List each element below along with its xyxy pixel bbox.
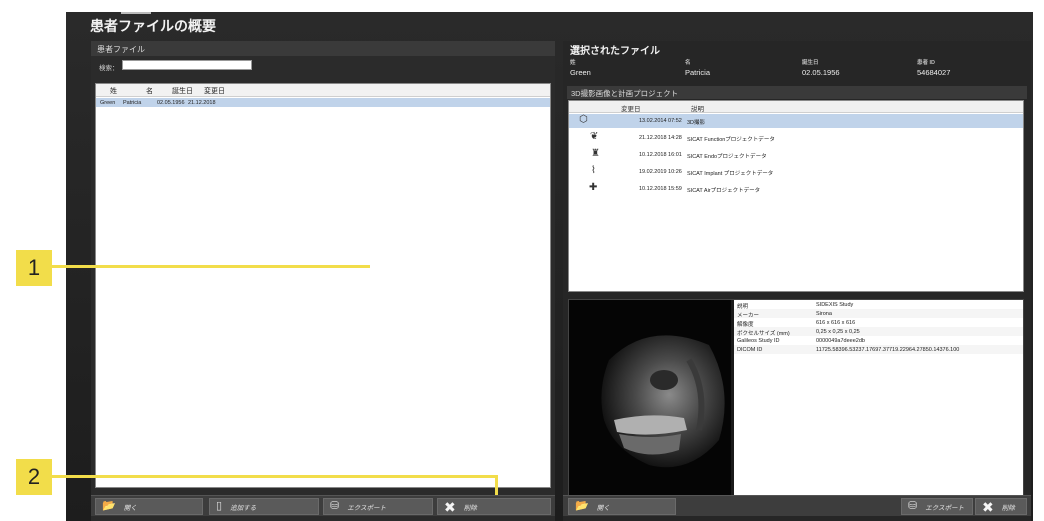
implant-icon: ⌇	[591, 165, 596, 176]
add-label: 追加する	[230, 504, 257, 512]
cell-birth-date: 02.05.1956	[157, 99, 185, 106]
xray-image	[569, 300, 731, 498]
export-label: エクスポート	[347, 504, 387, 512]
label-first-name: 名	[685, 60, 691, 66]
study-row[interactable]: ❦ 21.12.2018 14:28 SICAT Functionプロジェクトデ…	[569, 131, 1023, 145]
right-button-bar: 📂 開く ⛁ エクスポート ✖ 削除	[563, 495, 1031, 516]
selected-file-title: 選択されたファイル	[570, 46, 660, 57]
study-description: SICAT Implant プロジェクトデータ	[687, 171, 774, 177]
callout-1: 1	[16, 250, 52, 286]
study-row[interactable]: ♜ 10.12.2018 16:01 SICAT Endoプロジェクトデータ	[569, 148, 1023, 162]
export-study-button[interactable]: ⛁ エクスポート	[901, 498, 973, 515]
metadata-row: DICOM ID 11725.58396.53237.17697.37719.22…	[734, 345, 1023, 354]
study-row[interactable]: ✚ 10.12.2018 15:59 SICAT Airプロジェクトデータ	[569, 182, 1023, 196]
add-file-icon: ▯	[216, 500, 223, 512]
folder-open-icon: 📂	[102, 500, 116, 512]
col-study-description[interactable]: 説明	[691, 103, 704, 113]
study-preview: 説明 SIDEXIS Study メーカー Sirona 解像度 616 x 616 …	[568, 299, 1024, 499]
value-patient-id: 54684027	[917, 68, 951, 77]
studies-list[interactable]: 変更日 説明 ⬡ 13.02.2014 07:52 3D撮影 ❦ 21.12.2…	[568, 100, 1024, 292]
airway-icon: ✚	[589, 182, 598, 193]
metadata-row: 解像度 616 x 616 x 616	[737, 319, 856, 328]
study-date: 19.02.2019 10:26	[639, 169, 682, 175]
left-button-bar: 📂 開く ▯ 追加する ⛁ エクスポート ✖ 削除	[91, 495, 555, 516]
folder-open-icon: 📂	[575, 500, 589, 512]
col-modified-date[interactable]: 変更日	[204, 86, 225, 96]
delete-x-icon: ✖	[444, 498, 456, 515]
selected-file-panel: 選択されたファイル 姓 名 誕生日 患者 ID Green Patricia 0…	[563, 41, 1031, 521]
delete-label: 削除	[463, 504, 477, 512]
table-row[interactable]: Green Patricia 02.05.1956 21.12.2018	[96, 98, 550, 107]
patient-files-panel: 患者ファイル 検索： 姓 名 誕生日 変更日 Green Patricia 02…	[91, 41, 555, 521]
top-accent-line	[121, 12, 151, 14]
callout-2-line	[52, 475, 498, 478]
col-last-name[interactable]: 姓	[110, 86, 117, 96]
col-birth-date[interactable]: 誕生日	[172, 86, 193, 96]
search-input[interactable]	[122, 60, 252, 70]
col-first-name[interactable]: 名	[146, 86, 153, 96]
cell-first-name: Patricia	[123, 99, 142, 106]
label-birth-date: 誕生日	[802, 60, 819, 66]
callout-2: 2	[16, 459, 52, 495]
study-description: SICAT Functionプロジェクトデータ	[687, 137, 775, 143]
studies-header: 3D撮影画像と計画プロジェクト	[567, 86, 1027, 99]
open-label: 開く	[596, 504, 610, 512]
study-description: SICAT Endoプロジェクトデータ	[687, 154, 767, 160]
study-date: 21.12.2018 14:28	[639, 135, 682, 141]
open-label: 開く	[123, 504, 137, 512]
col-study-modified[interactable]: 変更日	[621, 103, 641, 113]
patient-files-header: 患者ファイル	[91, 41, 555, 56]
value-first-name: Patricia	[685, 68, 711, 77]
study-description: 3D撮影	[687, 120, 706, 126]
delete-button[interactable]: ✖ 削除	[437, 498, 551, 515]
open-study-button[interactable]: 📂 開く	[568, 498, 676, 515]
delete-x-icon: ✖	[982, 498, 994, 515]
export-button[interactable]: ⛁ エクスポート	[323, 498, 433, 515]
label-last-name: 姓	[570, 60, 576, 66]
metadata-row: メーカー Sirona	[734, 309, 1023, 319]
cell-last-name: Green	[100, 99, 116, 106]
export-icon: ⛁	[908, 500, 918, 512]
patient-list[interactable]: 姓 名 誕生日 変更日 Green Patricia 02.05.1956 21…	[95, 83, 551, 488]
study-description: SICAT Airプロジェクトデータ	[687, 188, 761, 194]
studies-list-header: 変更日 説明	[569, 101, 1023, 113]
metadata-row: 説明 SIDEXIS Study	[737, 301, 854, 310]
callout-1-line	[52, 265, 370, 268]
study-row[interactable]: ⬡ 13.02.2014 07:52 3D撮影	[569, 114, 1023, 128]
value-last-name: Green	[570, 68, 591, 77]
window-title: 患者ファイルの概要	[90, 18, 216, 34]
metadata-row: Galileos Study ID 0000049a7deee2db	[737, 337, 865, 344]
study-date: 10.12.2018 16:01	[639, 152, 682, 158]
add-button[interactable]: ▯ 追加する	[209, 498, 319, 515]
search-label: 検索：	[99, 65, 119, 72]
cube-icon: ⬡	[579, 114, 588, 125]
open-button[interactable]: 📂 開く	[95, 498, 203, 515]
label-patient-id: 患者 ID	[917, 60, 936, 66]
metadata-row: ボクセルサイズ (mm) 0,25 x 0,25 x 0,25	[734, 327, 1023, 337]
metadata-table: 説明 SIDEXIS Study メーカー Sirona 解像度 616 x 616 …	[734, 300, 1023, 498]
study-date: 10.12.2018 15:59	[639, 186, 682, 192]
delete-study-button[interactable]: ✖ 削除	[975, 498, 1027, 515]
cell-modified-date: 21.12.2018	[188, 99, 216, 106]
value-birth-date: 02.05.1956	[802, 68, 840, 77]
patient-list-header: 姓 名 誕生日 変更日	[96, 84, 550, 97]
study-date: 13.02.2014 07:52	[639, 118, 682, 124]
study-row[interactable]: ⌇ 19.02.2019 10:26 SICAT Implant プロジェクトデ…	[569, 165, 1023, 179]
export-icon: ⛁	[330, 500, 340, 512]
export-label: エクスポート	[925, 504, 965, 512]
tooth-icon: ♜	[591, 148, 600, 159]
delete-label: 削除	[1001, 504, 1015, 512]
jaw-icon: ❦	[590, 131, 599, 142]
callout-2-line-drop	[495, 475, 498, 495]
